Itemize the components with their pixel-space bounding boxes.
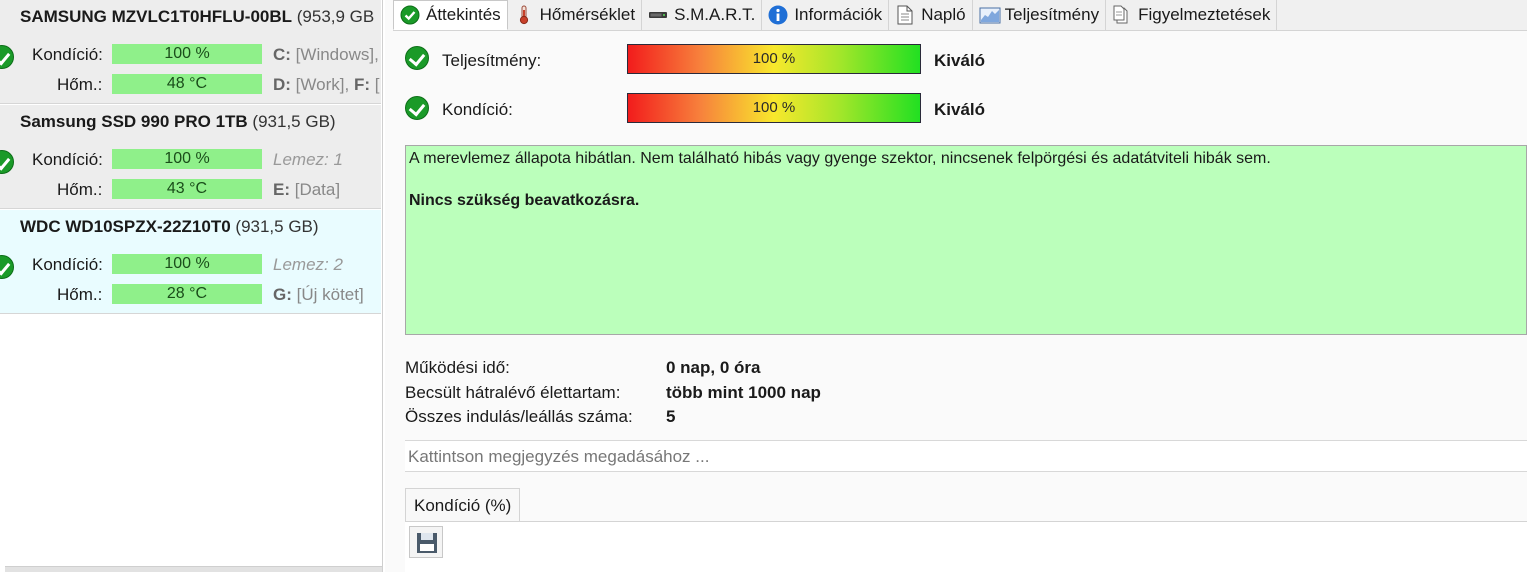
details-pane: Áttekintés Hőmérséklet S.M.A.R.T. Inform… <box>385 0 1527 573</box>
chart-area <box>405 521 1527 573</box>
disk-title: SAMSUNG MZVLC1T0HFLU-00BL (953,9 GB <box>20 7 374 27</box>
disk-model: Samsung SSD 990 PRO 1TB <box>20 112 248 131</box>
temperature-bar: 28 °C <box>112 284 262 304</box>
note-input[interactable]: Kattintson megjegyzés megadásához ... <box>405 440 1527 472</box>
lifetime-label: Becsült hátralévő élettartam: <box>405 383 621 402</box>
disk-title: WDC WD10SPZX-22Z10T0 (931,5 GB) <box>20 217 319 237</box>
status-message-box: A merevlemez állapota hibátlan. Nem talá… <box>405 145 1527 335</box>
partition-info-2: D: [Work], F: [ <box>273 75 380 94</box>
status-ok-icon <box>0 150 14 174</box>
disk-capacity: (931,5 GB) <box>252 112 336 131</box>
check-circle-icon <box>400 5 420 25</box>
health-label: Kondíció: <box>32 45 103 64</box>
document-icon <box>895 5 915 25</box>
disk-model: SAMSUNG MZVLC1T0HFLU-00BL <box>20 7 293 26</box>
health-ok-icon <box>405 96 429 120</box>
performance-ok-icon <box>405 46 429 70</box>
disk-item-1[interactable]: SAMSUNG MZVLC1T0HFLU-00BL (953,9 GB Kond… <box>0 0 381 104</box>
disk-capacity: (953,9 GB <box>296 7 375 26</box>
thermometer-icon <box>514 5 534 25</box>
health-gauge: 100 % <box>627 93 921 123</box>
status-text: A merevlemez állapota hibátlan. Nem talá… <box>409 150 1271 167</box>
tab-smart[interactable]: S.M.A.R.T. <box>642 0 763 30</box>
note-placeholder: Kattintson megjegyzés megadásához ... <box>408 447 710 466</box>
tab-bar: Áttekintés Hőmérséklet S.M.A.R.T. Inform… <box>393 0 1527 31</box>
partition-info: E: [Data] <box>273 180 341 199</box>
tab-label: Figyelmeztetések <box>1138 5 1271 24</box>
tab-label: Hőmérséklet <box>539 5 636 24</box>
tab-label: S.M.A.R.T. <box>674 5 756 24</box>
health-bar: 100 % <box>112 254 262 274</box>
chart-tab-health[interactable]: Kondíció (%) <box>405 488 521 522</box>
performance-gauge: 100 % <box>627 44 921 74</box>
disk-model: WDC WD10SPZX-22Z10T0 <box>20 217 231 236</box>
temperature-bar: 48 °C <box>112 74 262 94</box>
alerts-icon <box>1112 5 1132 25</box>
performance-chart-icon <box>979 5 1001 25</box>
health-label: Kondíció: <box>32 255 103 274</box>
temperature-bar: 43 °C <box>112 179 262 199</box>
tab-temperature[interactable]: Hőmérséklet <box>508 0 643 30</box>
tab-alerts[interactable]: Figyelmeztetések <box>1106 0 1278 30</box>
temperature-label: Hőm.: <box>57 285 103 304</box>
tab-label: Teljesítmény <box>1004 5 1100 24</box>
lifetime-value: több mint 1000 nap <box>666 383 821 402</box>
temperature-label: Hőm.: <box>57 75 103 94</box>
tab-performance[interactable]: Teljesítmény <box>973 0 1107 30</box>
partition-info: G: [Új kötet] <box>273 285 364 304</box>
disk-number: Lemez: 1 <box>273 150 343 169</box>
info-icon <box>768 5 788 25</box>
performance-grade: Kiváló <box>934 51 986 70</box>
performance-label: Teljesítmény: <box>442 51 542 70</box>
floppy-disk-icon <box>417 533 437 553</box>
tab-log[interactable]: Napló <box>889 0 973 30</box>
health-label: Kondíció: <box>32 150 103 169</box>
drive-icon <box>648 5 668 25</box>
temperature-label: Hőm.: <box>57 180 103 199</box>
power-cycles-label: Összes indulás/leállás száma: <box>405 407 633 426</box>
partition-info: C: [Windows], <box>273 45 379 64</box>
horizontal-scrollbar[interactable] <box>5 566 382 572</box>
health-label: Kondíció: <box>442 100 513 119</box>
tab-information[interactable]: Információk <box>762 0 890 30</box>
disk-item-2[interactable]: Samsung SSD 990 PRO 1TB (931,5 GB) Kondí… <box>0 105 381 209</box>
status-ok-icon <box>0 45 14 69</box>
health-bar: 100 % <box>112 44 262 64</box>
tab-overview[interactable]: Áttekintés <box>393 0 508 30</box>
disk-capacity: (931,5 GB) <box>235 217 319 236</box>
tab-label: Áttekintés <box>426 5 501 24</box>
disk-item-3[interactable]: WDC WD10SPZX-22Z10T0 (931,5 GB) Kondíció… <box>0 210 381 314</box>
status-action: Nincs szükség beavatkozásra. <box>409 192 640 209</box>
status-ok-icon <box>0 255 14 279</box>
disk-list-pane: SAMSUNG MZVLC1T0HFLU-00BL (953,9 GB Kond… <box>0 0 383 572</box>
tab-label: Információk <box>794 5 883 24</box>
power-cycles-value: 5 <box>666 407 676 426</box>
disk-number: Lemez: 2 <box>273 255 343 274</box>
tab-label: Napló <box>921 5 966 24</box>
health-grade: Kiváló <box>934 100 986 119</box>
uptime-value: 0 nap, 0 óra <box>666 358 761 377</box>
uptime-label: Működési idő: <box>405 358 510 377</box>
health-bar: 100 % <box>112 149 262 169</box>
save-button[interactable] <box>409 526 443 558</box>
disk-title: Samsung SSD 990 PRO 1TB (931,5 GB) <box>20 112 336 132</box>
